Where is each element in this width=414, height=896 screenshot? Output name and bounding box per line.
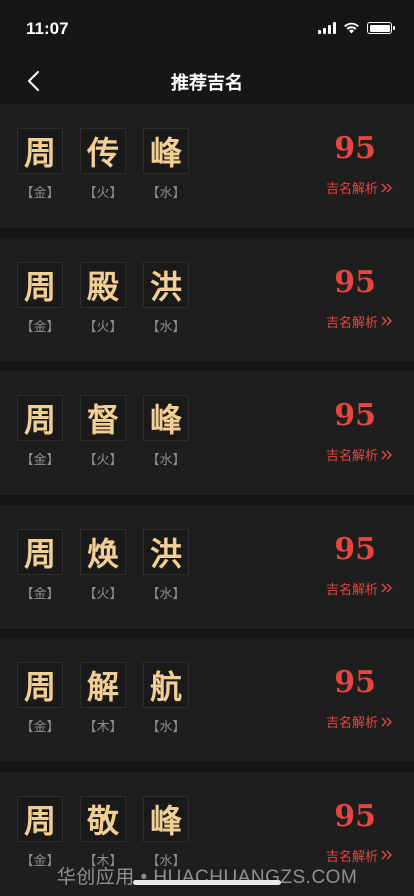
cellular-signal-icon	[318, 22, 336, 34]
name-score: 95	[334, 798, 376, 834]
status-bar: 11:07	[0, 0, 414, 60]
page-title: 推荐吉名	[171, 73, 243, 94]
name-character: 传	[80, 128, 126, 174]
name-card[interactable]: 周【金】 殿【火】 洪【水】 95 吉名解析	[0, 237, 414, 363]
five-element-label: 【火】	[83, 586, 123, 602]
five-element-label: 【水】	[146, 453, 186, 468]
name-card[interactable]: 周【金】 督【火】 峰【水】 95 吉名解析	[0, 371, 414, 496]
name-analysis-link[interactable]: 吉名解析	[326, 445, 392, 464]
status-icons	[318, 22, 395, 34]
name-characters: 周【金】 传【火】 峰【水】	[17, 128, 189, 201]
home-indicator[interactable]	[133, 880, 281, 885]
battery-icon	[367, 22, 395, 34]
name-character: 周	[17, 795, 63, 842]
name-score: 95	[334, 264, 376, 300]
status-time: 11:07	[26, 19, 69, 38]
wifi-icon	[344, 22, 359, 34]
five-element-label: 【金】	[20, 453, 60, 468]
analysis-link-label: 吉名解析	[325, 182, 378, 197]
five-element-label: 【水】	[146, 319, 186, 335]
name-character: 峰	[143, 128, 189, 174]
double-chevron-right-icon	[381, 316, 392, 326]
five-element-label: 【水】	[146, 586, 186, 602]
double-chevron-right-icon	[381, 450, 392, 459]
name-analysis-link[interactable]: 吉名解析	[326, 312, 392, 331]
name-character: 周	[17, 528, 63, 575]
name-analysis-link[interactable]: 吉名解析	[326, 579, 392, 598]
name-characters: 周【金】 解【木】 航【水】	[17, 662, 189, 735]
double-chevron-right-icon	[381, 850, 392, 860]
double-chevron-right-icon	[381, 183, 392, 192]
name-character: 洪	[143, 528, 189, 575]
five-element-label: 【水】	[146, 720, 186, 735]
analysis-link-label: 吉名解析	[325, 716, 378, 731]
name-character: 洪	[143, 261, 189, 308]
name-character: 殿	[80, 261, 126, 308]
five-element-label: 【火】	[83, 186, 123, 201]
analysis-link-label: 吉名解析	[325, 582, 378, 598]
name-character: 周	[17, 128, 63, 174]
five-element-label: 【木】	[83, 720, 123, 735]
name-characters: 周【金】 殿【火】 洪【水】	[17, 261, 189, 335]
name-score: 95	[334, 531, 376, 567]
name-score: 95	[334, 131, 376, 166]
name-list: 周【金】 传【火】 峰【水】 95 吉名解析 周【金】 殿【火】 洪【水】 95…	[0, 104, 414, 896]
name-score: 95	[334, 665, 376, 700]
five-element-label: 【金】	[20, 186, 60, 201]
name-character: 敬	[80, 795, 126, 842]
name-character: 峰	[143, 395, 189, 441]
name-characters: 周【金】 敬【木】 峰【水】	[17, 795, 189, 869]
analysis-link-label: 吉名解析	[325, 315, 378, 331]
name-card[interactable]: 周【金】 解【木】 航【水】 95 吉名解析	[0, 638, 414, 763]
name-character: 航	[143, 662, 189, 708]
five-element-label: 【金】	[20, 720, 60, 735]
navigation-bar: 推荐吉名	[0, 60, 414, 102]
name-characters: 周【金】 焕【火】 洪【水】	[17, 528, 189, 602]
name-score: 95	[334, 398, 376, 433]
name-character: 焕	[80, 528, 126, 575]
name-character: 周	[17, 395, 63, 441]
analysis-link-label: 吉名解析	[325, 449, 378, 464]
name-analysis-link[interactable]: 吉名解析	[326, 712, 392, 731]
name-analysis-link[interactable]: 吉名解析	[326, 178, 392, 197]
five-element-label: 【火】	[83, 453, 123, 468]
name-character: 峰	[143, 795, 189, 842]
five-element-label: 【火】	[83, 319, 123, 335]
name-character: 周	[17, 261, 63, 308]
name-character: 周	[17, 662, 63, 708]
name-character: 督	[80, 395, 126, 441]
double-chevron-right-icon	[381, 717, 392, 726]
name-characters: 周【金】 督【火】 峰【水】	[17, 395, 189, 468]
name-character: 解	[80, 662, 126, 708]
five-element-label: 【金】	[20, 586, 60, 602]
name-card[interactable]: 周【金】 传【火】 峰【水】 95 吉名解析	[0, 104, 414, 229]
five-element-label: 【金】	[20, 319, 60, 335]
name-card[interactable]: 周【金】 焕【火】 洪【水】 95 吉名解析	[0, 504, 414, 630]
double-chevron-right-icon	[381, 583, 392, 593]
five-element-label: 【水】	[146, 186, 186, 201]
